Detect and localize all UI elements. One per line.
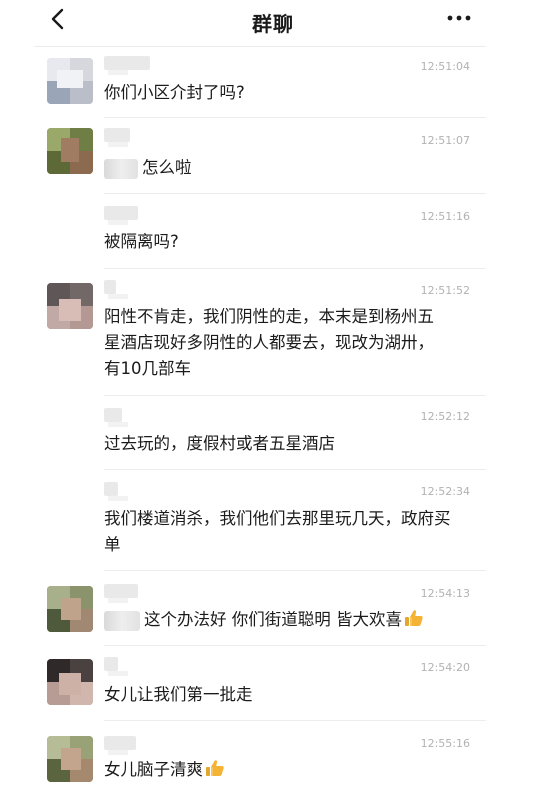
sender-name-blurred	[104, 280, 128, 299]
message-time: 12:51:04	[420, 60, 470, 73]
sender-name-blurred	[104, 482, 128, 501]
sender-name-blurred	[104, 408, 128, 427]
sender-name-blurred	[104, 584, 138, 603]
message-text: 我们楼道消杀，我们他们去那里玩几天，政府买单	[104, 509, 451, 554]
message-text-row: 这个办法好 你们街道聪明 皆大欢喜	[104, 607, 476, 633]
message-text: 怎么啦	[142, 158, 192, 177]
message-divider	[104, 117, 486, 118]
message-text: 女儿让我们第一批走	[104, 685, 253, 704]
avatar[interactable]	[47, 283, 93, 329]
message-divider	[104, 570, 486, 571]
message-divider	[104, 395, 486, 396]
message-text: 阳性不肯走，我们阴性的走，本末是到杨州五星酒店现好多阴性的人都要去，现改为湖卅，…	[104, 307, 434, 378]
message-text: 过去玩的，度假村或者五星酒店	[104, 434, 335, 453]
message-text: 女儿脑子清爽	[104, 760, 203, 779]
sender-name-blurred	[104, 736, 136, 755]
header-divider	[34, 46, 486, 47]
message-time: 12:51:07	[420, 134, 470, 147]
message-divider	[104, 193, 486, 194]
message-text: 被隔离吗?	[104, 232, 179, 251]
mention-blurred	[104, 610, 140, 631]
message-text-row: 怎么啦	[104, 155, 476, 181]
message-divider	[104, 720, 486, 721]
message-time: 12:52:12	[420, 410, 470, 423]
message-text: 这个办法好 你们街道聪明 皆大欢喜	[144, 610, 402, 629]
message-divider	[104, 645, 486, 646]
message-divider	[104, 268, 486, 269]
message-time: 12:51:16	[420, 210, 470, 223]
message-time: 12:54:20	[420, 661, 470, 674]
thumbs-up-icon	[205, 758, 225, 778]
avatar[interactable]	[47, 128, 93, 174]
avatar[interactable]	[47, 736, 93, 782]
message-text-row: 女儿脑子清爽	[104, 757, 476, 783]
message-time: 12:55:16	[420, 737, 470, 750]
avatar[interactable]	[47, 58, 93, 104]
avatar[interactable]	[47, 659, 93, 705]
mention-blurred	[104, 158, 138, 179]
avatar[interactable]	[47, 586, 93, 632]
sender-name-blurred	[104, 56, 150, 75]
sender-name-blurred	[104, 657, 128, 676]
sender-name-blurred	[104, 128, 130, 147]
message-time: 12:52:34	[420, 485, 470, 498]
thumbs-up-icon	[404, 608, 424, 628]
chat-header: 群聊	[0, 0, 546, 46]
message-divider	[104, 469, 486, 470]
more-ellipsis-icon[interactable]	[440, 2, 480, 32]
message-text: 你们小区介封了吗?	[104, 83, 245, 102]
message-time: 12:51:52	[420, 284, 470, 297]
sender-name-blurred	[104, 206, 138, 225]
message-time: 12:54:13	[420, 587, 470, 600]
